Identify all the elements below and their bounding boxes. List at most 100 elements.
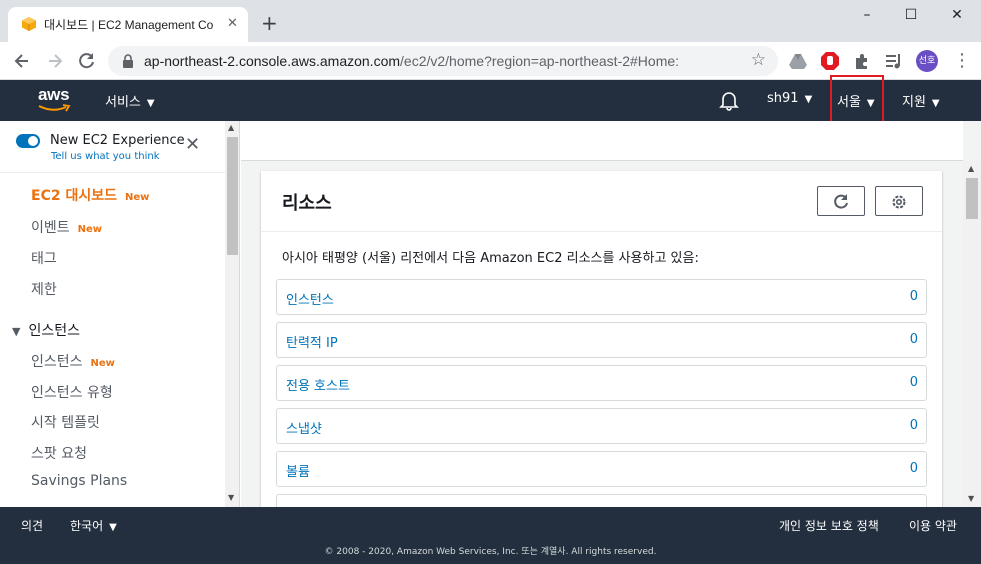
resource-count[interactable]: 0 (910, 289, 918, 304)
sidebar-item-label: EC2 대시보드 (31, 188, 117, 204)
maximize-button[interactable]: ☐ (891, 5, 931, 25)
panel-title: 리소스 (282, 193, 332, 214)
resource-row-volumes[interactable]: 볼륨 0 (276, 451, 927, 487)
main-scrollbar[interactable]: ▲ ▼ (963, 161, 981, 507)
main-top-bar (241, 121, 963, 161)
bell-icon[interactable] (719, 89, 739, 111)
resource-row-snapshots[interactable]: 스냅샷 0 (276, 408, 927, 444)
feedback-link[interactable]: 의견 (21, 517, 43, 534)
browser-tab[interactable]: 대시보드 | EC2 Management Co ✕ (8, 7, 248, 42)
language-selector[interactable]: 한국어 ▼ (70, 517, 117, 534)
sidebar-section-instances[interactable]: ▼ 인스턴스 (12, 320, 80, 340)
resource-row-partial[interactable] (276, 494, 927, 507)
resource-count[interactable]: 0 (910, 418, 918, 433)
resource-name[interactable]: 전용 호스트 (286, 375, 350, 394)
url-host: ap-northeast-2.console.aws.amazon.com (144, 53, 401, 69)
triangle-down-icon: ▼ (12, 325, 21, 338)
privacy-link[interactable]: 개인 정보 보호 정책 (779, 517, 879, 534)
services-label: 서비스 (105, 95, 141, 110)
new-badge: New (90, 358, 115, 369)
resource-name[interactable]: 인스턴스 (286, 289, 334, 308)
footer: 의견 한국어 ▼ 개인 정보 보호 정책 이용 약관 © 2008 - 2020,… (0, 507, 981, 564)
aws-logo[interactable]: aws (38, 85, 72, 113)
sidebar: New EC2 Experience Tell us what you thin… (0, 121, 240, 507)
bookmark-star-icon[interactable]: ☆ (751, 50, 766, 70)
scrollbar-thumb[interactable] (227, 137, 238, 255)
sidebar-item-tags[interactable]: 태그 (31, 248, 57, 268)
resource-name[interactable]: 스냅샷 (286, 418, 322, 437)
browser-tabstrip: 대시보드 | EC2 Management Co ✕ + – ☐ ✕ (0, 0, 981, 42)
resource-count[interactable]: 0 (910, 375, 918, 390)
scroll-down-icon[interactable]: ▼ (228, 493, 234, 502)
resource-row-elastic-ip[interactable]: 탄력적 IP 0 (276, 322, 927, 358)
url-text: ap-northeast-2.console.aws.amazon.com/ec… (144, 53, 679, 69)
resource-name[interactable]: 탄력적 IP (286, 332, 338, 351)
sidebar-item-label: 제한 (31, 282, 57, 298)
refresh-icon (834, 194, 848, 209)
scroll-up-icon[interactable]: ▲ (968, 164, 974, 173)
resource-row-instances[interactable]: 인스턴스 0 (276, 279, 927, 315)
resource-name[interactable]: 볼륨 (286, 461, 310, 480)
address-bar[interactable]: ap-northeast-2.console.aws.amazon.com/ec… (108, 46, 778, 76)
feedback-link[interactable]: Tell us what you think (51, 151, 160, 162)
account-menu[interactable]: sh91 ▼ (767, 91, 812, 106)
sidebar-item-label: Savings Plans (31, 473, 128, 489)
aws-smile-icon (38, 104, 71, 112)
caret-down-icon: ▼ (931, 98, 940, 109)
reload-icon[interactable] (77, 51, 97, 71)
chrome-menu-icon[interactable]: ⋮ (953, 51, 971, 71)
forward-arrow-icon[interactable] (45, 51, 65, 71)
sidebar-item-ec2-dashboard[interactable]: EC2 대시보드 New (31, 185, 149, 205)
support-menu[interactable]: 지원 ▼ (902, 91, 940, 110)
media-control-icon[interactable] (884, 51, 904, 71)
new-tab-button[interactable]: + (261, 13, 278, 33)
lock-icon (123, 54, 133, 68)
adblock-extension-icon[interactable] (820, 51, 840, 71)
close-window-button[interactable]: ✕ (937, 5, 977, 25)
sidebar-item-instance-types[interactable]: 인스턴스 유형 (31, 382, 113, 402)
settings-button[interactable] (875, 186, 923, 216)
region-highlight-box (830, 75, 884, 127)
scrollbar-thumb[interactable] (966, 178, 978, 219)
panel-header: 리소스 (261, 171, 942, 232)
back-arrow-icon[interactable] (12, 51, 32, 71)
account-label: sh91 (767, 91, 799, 106)
sidebar-item-savings-plans[interactable]: Savings Plans (31, 473, 127, 489)
gear-icon (892, 195, 906, 209)
services-menu[interactable]: 서비스 ▼ (105, 91, 155, 110)
resources-panel: 리소스 아시아 태평양 (서울) 리전에서 다음 Amazon EC2 리소스를… (261, 171, 942, 507)
minimize-button[interactable]: – (847, 5, 887, 25)
sidebar-item-label: 인스턴스 (31, 354, 83, 370)
sidebar-scrollbar[interactable]: ▲ ▼ (225, 121, 239, 507)
aws-cube-icon (22, 17, 36, 31)
profile-avatar[interactable]: 선호 (916, 50, 938, 72)
sidebar-item-spot-requests[interactable]: 스팟 요청 (31, 443, 87, 463)
url-path: /ec2/v2/home?region=ap-northeast-2#Home: (400, 53, 680, 69)
tab-close-icon[interactable]: ✕ (227, 15, 238, 33)
caret-down-icon: ▼ (804, 94, 813, 105)
terms-link[interactable]: 이용 약관 (909, 517, 957, 534)
new-experience-toggle[interactable] (16, 134, 40, 148)
sidebar-item-label: 시작 템플릿 (31, 415, 100, 431)
sidebar-item-launch-templates[interactable]: 시작 템플릿 (31, 412, 100, 432)
resource-count[interactable]: 0 (910, 332, 918, 347)
panel-description: 아시아 태평양 (서울) 리전에서 다음 Amazon EC2 리소스를 사용하… (282, 251, 699, 266)
sidebar-divider (0, 172, 225, 173)
drive-extension-icon[interactable] (788, 51, 808, 71)
refresh-button[interactable] (817, 186, 865, 216)
tab-title: 대시보드 | EC2 Management Co (44, 18, 214, 32)
copyright-text: © 2008 - 2020, Amazon Web Services, Inc.… (324, 547, 657, 557)
sidebar-item-events[interactable]: 이벤트 New (31, 217, 102, 237)
close-icon[interactable]: ✕ (185, 136, 200, 154)
support-label: 지원 (902, 95, 926, 110)
main-content: 리소스 아시아 태평양 (서울) 리전에서 다음 Amazon EC2 리소스를… (241, 121, 981, 507)
sidebar-item-limits[interactable]: 제한 (31, 279, 57, 299)
resource-row-dedicated-hosts[interactable]: 전용 호스트 0 (276, 365, 927, 401)
new-badge: New (77, 224, 103, 235)
sidebar-item-instances[interactable]: 인스턴스 New (31, 351, 115, 371)
scroll-down-icon[interactable]: ▼ (968, 494, 974, 503)
section-label: 인스턴스 (28, 323, 80, 339)
puzzle-extensions-icon[interactable] (852, 51, 872, 71)
resource-count[interactable]: 0 (910, 461, 918, 476)
scroll-up-icon[interactable]: ▲ (228, 123, 234, 132)
